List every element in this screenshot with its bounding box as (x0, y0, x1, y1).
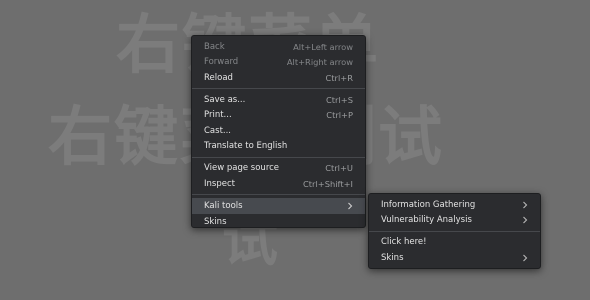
menu-item-shortcut: Ctrl+Shift+I (303, 178, 353, 189)
menu-item-shortcut: Ctrl+S (326, 94, 353, 105)
menu-item-label: Translate to English (204, 141, 288, 152)
menu-item-label: Back (204, 41, 225, 52)
menu-separator (369, 230, 540, 232)
chevron-right-icon (522, 254, 528, 262)
menu-item-label: Cast... (204, 125, 232, 136)
submenu-item-click-here[interactable]: Click here! (369, 235, 540, 251)
menu-item-kali-tools[interactable]: Kali tools (192, 198, 365, 214)
menu-item-shortcut: Ctrl+P (326, 110, 353, 121)
menu-item-save-as[interactable]: Save as... Ctrl+S (192, 92, 365, 108)
menu-item-label: Save as... (204, 94, 246, 105)
menu-item-inspect[interactable]: Inspect Ctrl+Shift+I (192, 176, 365, 192)
menu-item-view-page-source[interactable]: View page source Ctrl+U (192, 161, 365, 177)
menu-item-shortcut: Ctrl+R (325, 72, 353, 83)
menu-separator (192, 88, 365, 90)
menu-item-label: Forward (204, 57, 239, 68)
menu-item-label: Print... (204, 110, 232, 121)
menu-item-shortcut: Ctrl+U (325, 163, 353, 174)
menu-item-forward[interactable]: Forward Alt+Right arrow (192, 55, 365, 71)
submenu-item-skins[interactable]: Skins (369, 250, 540, 266)
submenu-item-information-gathering[interactable]: Information Gathering (369, 197, 540, 213)
menu-item-label: Vulnerability Analysis (381, 215, 472, 226)
chevron-right-icon (347, 202, 353, 210)
menu-item-cast[interactable]: Cast... (192, 123, 365, 139)
menu-item-label: Kali tools (204, 201, 243, 212)
menu-item-label: Information Gathering (381, 199, 476, 210)
menu-item-label: Skins (204, 216, 227, 227)
menu-separator (192, 156, 365, 158)
menu-item-label: Reload (204, 72, 233, 83)
chevron-right-icon (522, 201, 528, 209)
menu-item-shortcut: Alt+Right arrow (286, 57, 353, 68)
menu-item-shortcut: Alt+Left arrow (293, 41, 353, 52)
kali-tools-submenu: Information Gathering Vulnerability Anal… (368, 193, 541, 269)
menu-item-label: Skins (381, 252, 404, 263)
menu-item-print[interactable]: Print... Ctrl+P (192, 108, 365, 124)
menu-item-translate[interactable]: Translate to English (192, 139, 365, 155)
menu-item-reload[interactable]: Reload Ctrl+R (192, 70, 365, 86)
context-menu: Back Alt+Left arrow Forward Alt+Right ar… (191, 35, 366, 228)
menu-item-back[interactable]: Back Alt+Left arrow (192, 39, 365, 55)
menu-item-label: Inspect (204, 178, 235, 189)
menu-item-label: Click here! (381, 237, 427, 248)
menu-separator (192, 194, 365, 196)
menu-item-label: View page source (204, 163, 280, 174)
menu-item-skins[interactable]: Skins (192, 214, 365, 230)
chevron-right-icon (522, 216, 528, 224)
submenu-item-vulnerability-analysis[interactable]: Vulnerability Analysis (369, 213, 540, 229)
